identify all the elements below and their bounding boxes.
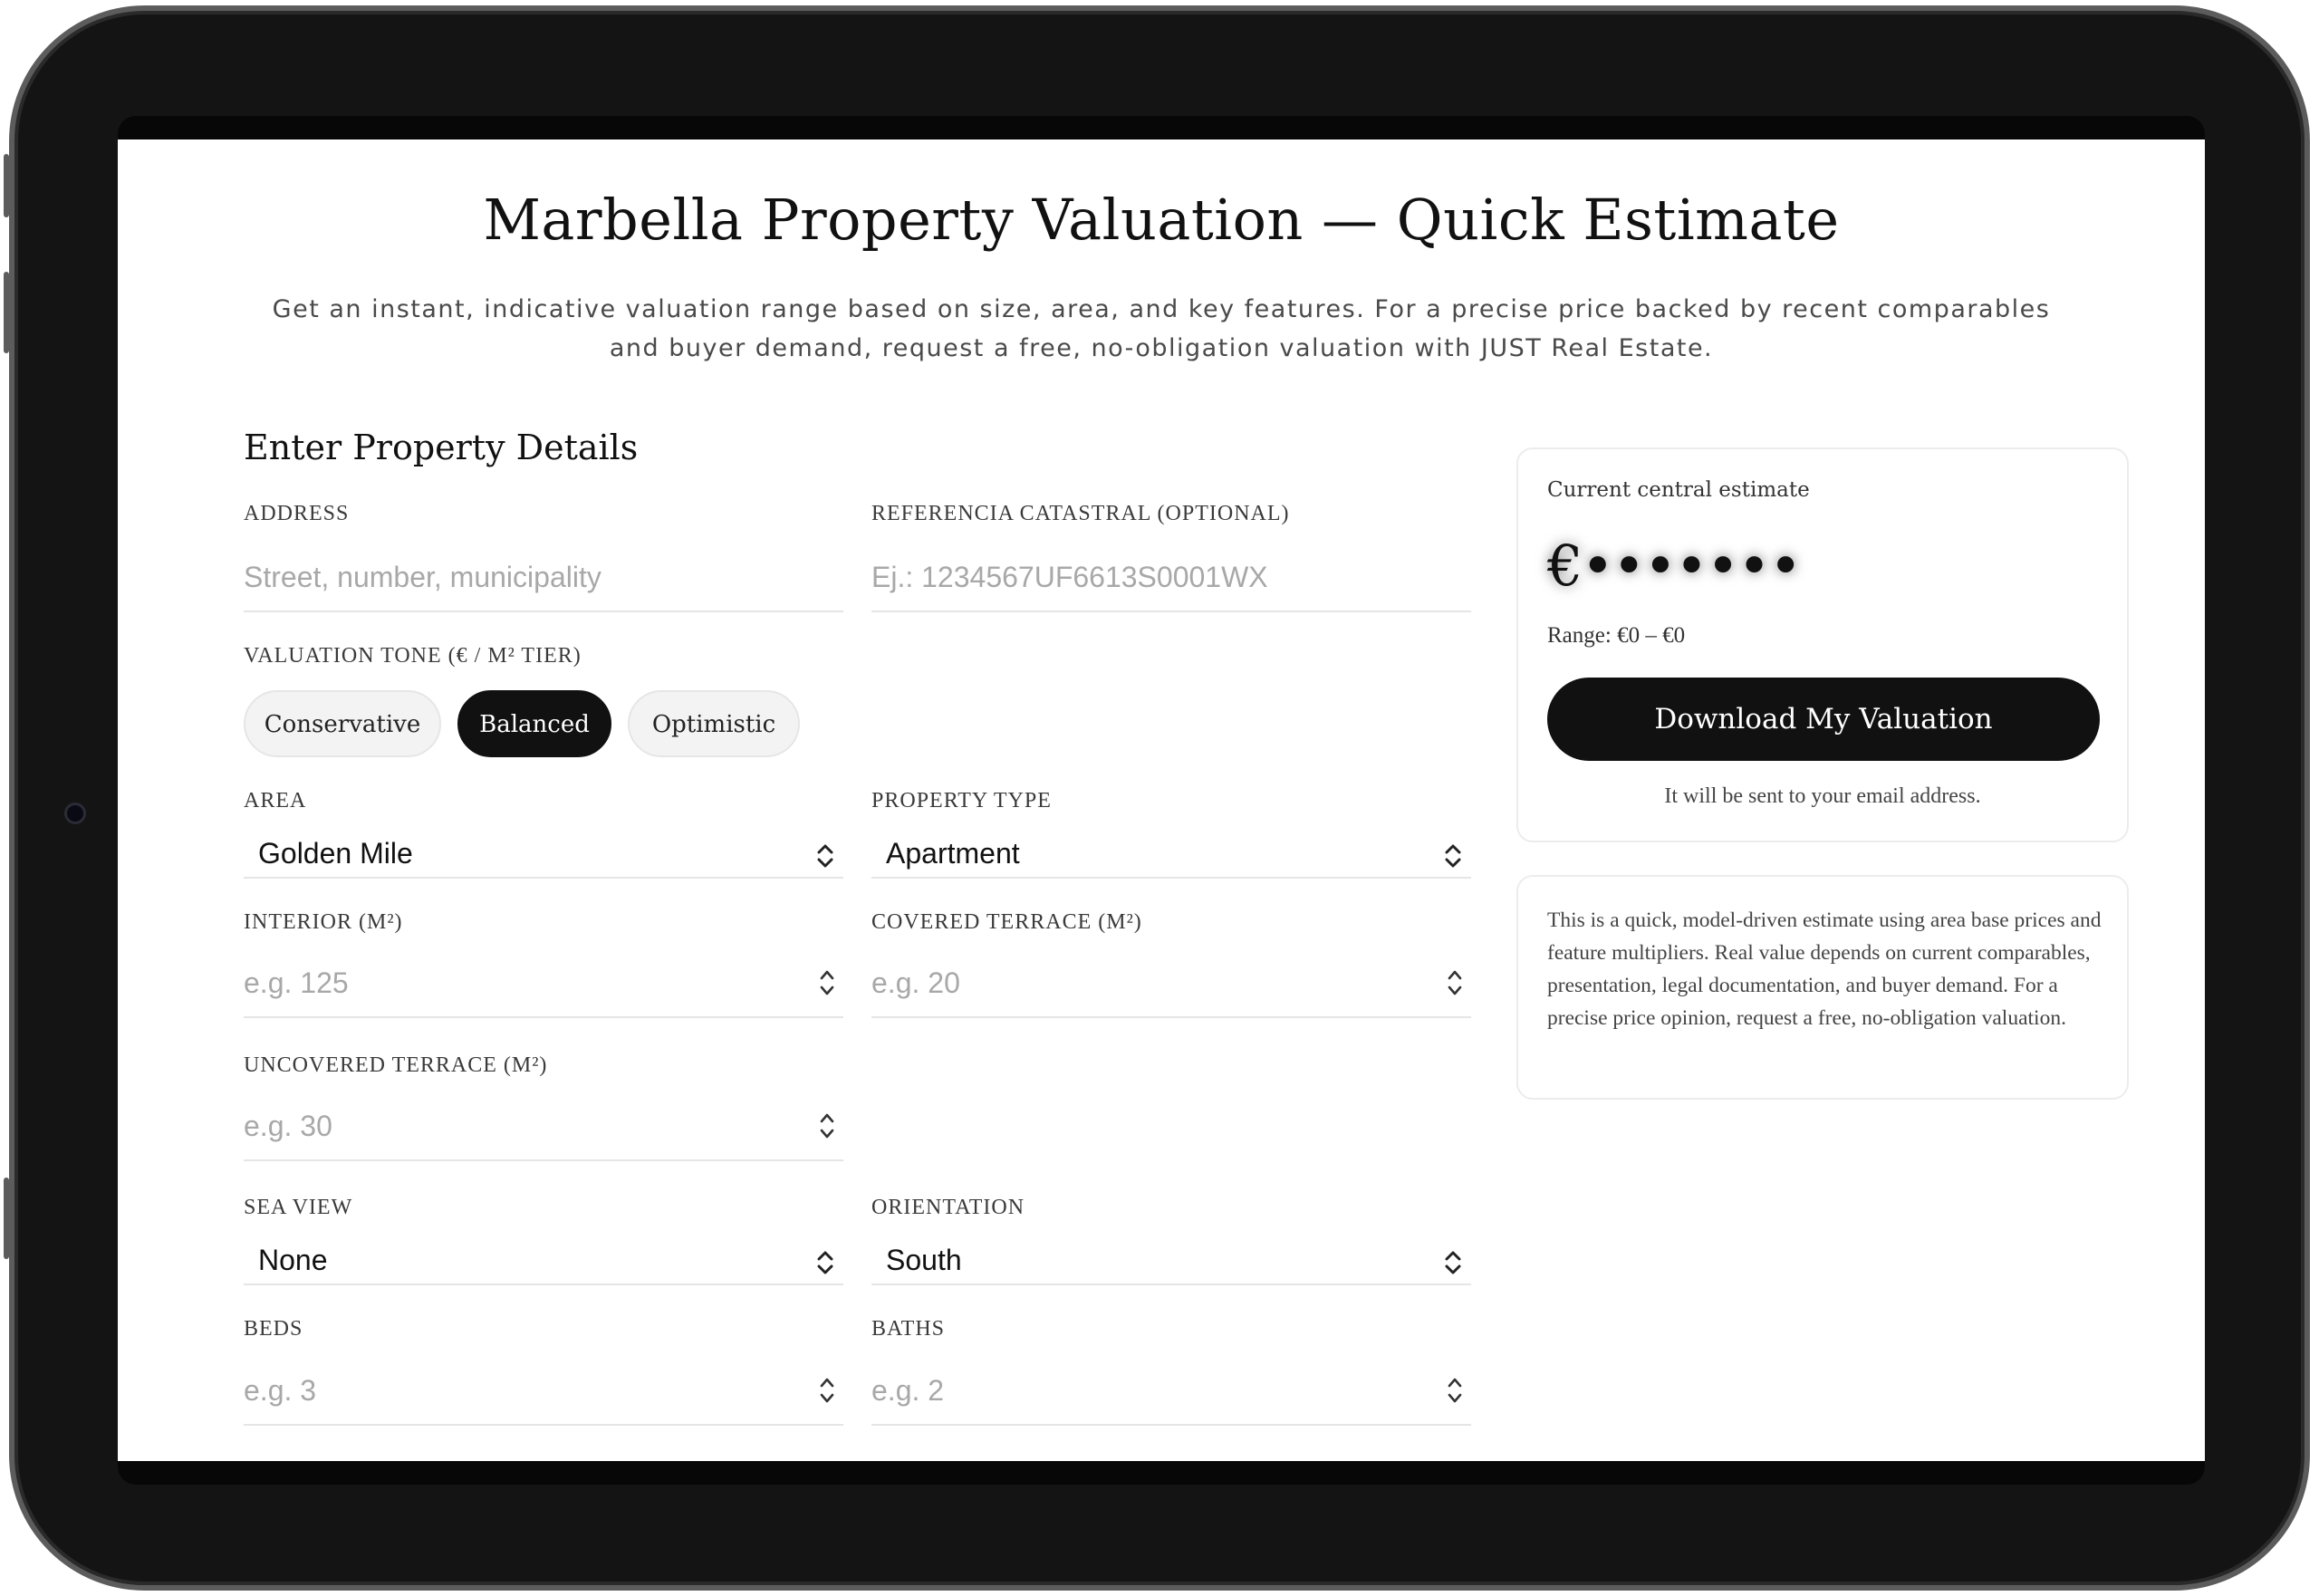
- stepper-arrows-icon[interactable]: [1444, 966, 1466, 1000]
- tone-balanced-button[interactable]: Balanced: [457, 690, 611, 757]
- address-field: [244, 549, 843, 612]
- area-select-value: Golden Mile: [258, 837, 413, 870]
- estimate-card: Current central estimate €••••••• Range:…: [1516, 447, 2129, 842]
- power-button: [4, 1178, 9, 1259]
- covered-terrace-label: Covered terrace (m²): [871, 910, 1142, 934]
- area-label: Area: [244, 789, 307, 812]
- uncovered-terrace-input[interactable]: [244, 1098, 787, 1154]
- interior-label: Interior (m²): [244, 910, 403, 934]
- orientation-select[interactable]: South: [871, 1240, 1471, 1285]
- screen: Marbella Property Valuation — Quick Esti…: [118, 139, 2205, 1461]
- uncovered-terrace-field: [244, 1098, 843, 1161]
- page-title: Marbella Property Valuation — Quick Esti…: [483, 187, 1840, 253]
- property-type-label: Property type: [871, 789, 1052, 812]
- chevron-up-down-icon: [1445, 844, 1461, 868]
- address-input[interactable]: [244, 549, 787, 605]
- estimate-value: €•••••••: [1547, 533, 1802, 599]
- estimate-range: Range: €0 – €0: [1547, 623, 1686, 648]
- beds-input[interactable]: [244, 1362, 787, 1418]
- volume-button: [4, 154, 9, 217]
- chevron-up-down-icon: [817, 1251, 833, 1274]
- interior-field: [244, 955, 843, 1018]
- sea-view-select-value: None: [258, 1244, 328, 1276]
- section-title: Enter Property Details: [244, 428, 639, 467]
- chevron-up-down-icon: [1445, 1251, 1461, 1274]
- baths-label: Baths: [871, 1317, 946, 1341]
- stepper-arrows-icon[interactable]: [1444, 1373, 1466, 1408]
- catastral-input[interactable]: [871, 549, 1415, 605]
- page-subtitle: Get an instant, indicative valuation ran…: [272, 295, 2051, 362]
- beds-label: Beds: [244, 1317, 303, 1341]
- area-select[interactable]: Golden Mile: [244, 833, 843, 879]
- sea-view-label: Sea view: [244, 1196, 353, 1219]
- tone-conservative-button[interactable]: Conservative: [244, 690, 441, 757]
- orientation-select-value: South: [886, 1244, 962, 1276]
- baths-field: [871, 1362, 1471, 1426]
- uncovered-terrace-label: Uncovered terrace (m²): [244, 1053, 548, 1077]
- chevron-up-down-icon: [817, 844, 833, 868]
- sea-view-select[interactable]: None: [244, 1240, 843, 1285]
- covered-terrace-field: [871, 955, 1471, 1018]
- disclaimer-card: This is a quick, model-driven estimate u…: [1516, 875, 2129, 1100]
- stepper-arrows-icon[interactable]: [816, 966, 838, 1000]
- volume-button: [4, 272, 9, 353]
- stepper-arrows-icon[interactable]: [816, 1373, 838, 1408]
- tone-optimistic-button[interactable]: Optimistic: [628, 690, 800, 757]
- download-note: It will be sent to your email address.: [1664, 784, 1981, 808]
- camera-icon: [64, 803, 86, 824]
- estimate-label: Current central estimate: [1547, 478, 1810, 502]
- beds-field: [244, 1362, 843, 1426]
- covered-terrace-input[interactable]: [871, 955, 1415, 1011]
- baths-input[interactable]: [871, 1362, 1415, 1418]
- tone-label: Valuation tone (€ / m² tier): [244, 644, 582, 668]
- download-valuation-button[interactable]: Download My Valuation: [1547, 678, 2100, 761]
- interior-input[interactable]: [244, 955, 787, 1011]
- screen-bezel-top: [118, 116, 2205, 139]
- property-type-select-value: Apartment: [886, 837, 1020, 870]
- disclaimer-text: This is a quick, model-driven estimate u…: [1547, 909, 2102, 1030]
- address-label: Address: [244, 502, 350, 525]
- property-type-select[interactable]: Apartment: [871, 833, 1471, 879]
- catastral-label: Referencia Catastral (optional): [871, 502, 1290, 525]
- stepper-arrows-icon[interactable]: [816, 1109, 838, 1143]
- catastral-field: [871, 549, 1471, 612]
- orientation-label: Orientation: [871, 1196, 1025, 1219]
- screen-bezel-bottom: [118, 1461, 2205, 1485]
